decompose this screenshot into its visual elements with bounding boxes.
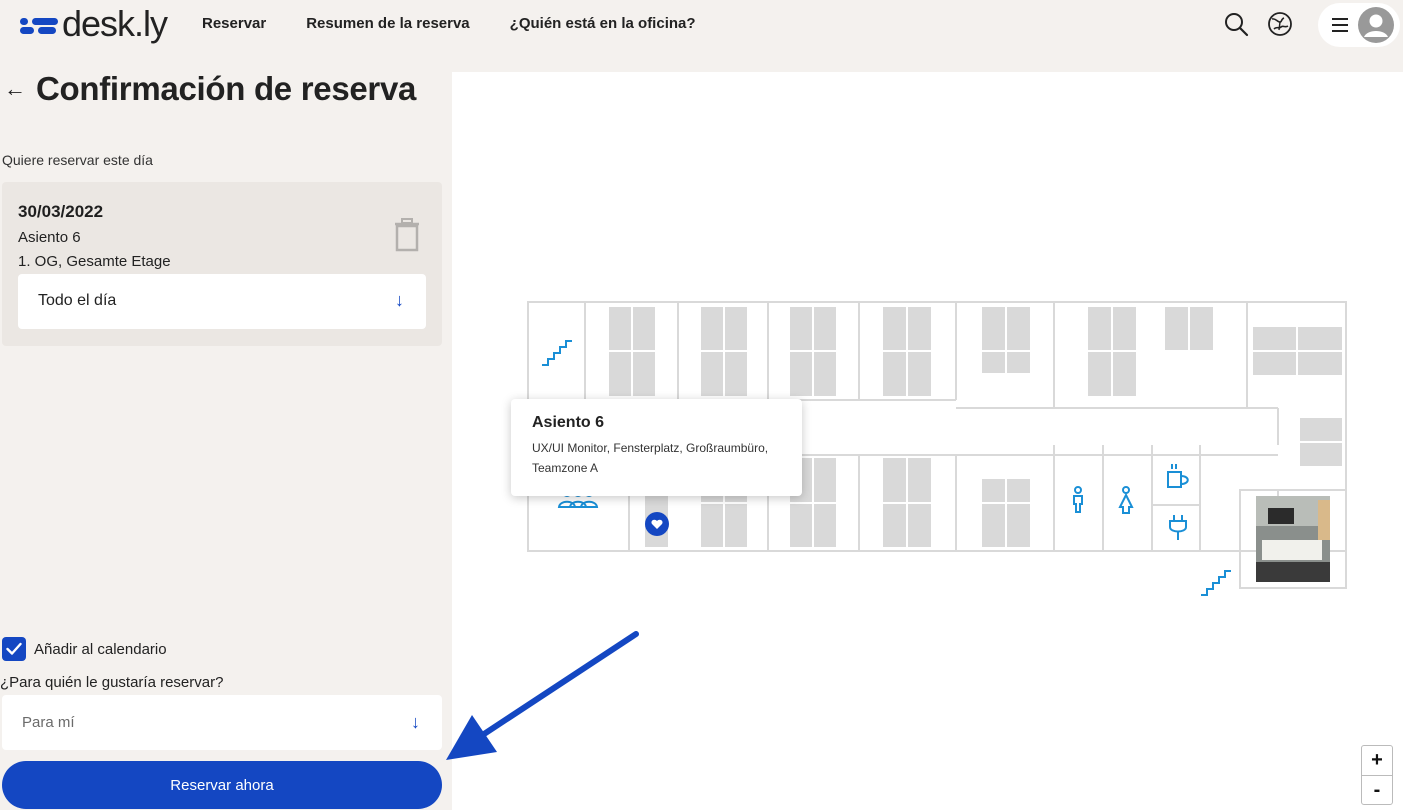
book-now-button[interactable]: Reservar ahora (2, 761, 442, 809)
search-icon[interactable] (1222, 10, 1250, 38)
user-menu[interactable] (1318, 3, 1400, 47)
booking-seat: Asiento 6 (18, 229, 81, 246)
booking-floor: 1. OG, Gesamte Etage (18, 253, 171, 270)
tooltip-title: Asiento 6 (532, 414, 605, 431)
trash-icon[interactable] (394, 218, 420, 252)
checkmark-icon (6, 642, 22, 655)
tooltip-description: UX/UI Monitor, Fensterplatz, Großraumbür… (532, 441, 769, 475)
for-whom-label: ¿Para quién le gustaría reservar? (0, 674, 224, 691)
nav-reservar[interactable]: Reservar (202, 15, 266, 32)
coffee-icon (1167, 464, 1189, 488)
female-toilet-icon (1118, 486, 1134, 514)
arrow-down-icon: ↓ (411, 712, 420, 732)
globe-icon[interactable] (1266, 10, 1294, 38)
user-avatar-icon (1358, 7, 1394, 43)
page-title: Confirmación de reserva (36, 70, 417, 107)
nav-quien-en-oficina[interactable]: ¿Quién está en la oficina? (510, 15, 696, 32)
male-toilet-icon (1073, 486, 1083, 513)
booking-card: 30/03/2022 Asiento 6 1. OG, Gesamte Etag… (2, 182, 442, 346)
logo-mark-icon (20, 14, 58, 34)
add-to-calendar-row: Añadir al calendario (2, 637, 167, 661)
seat-tooltip: Asiento 6 UX/UI Monitor, Fensterplatz, G… (511, 399, 802, 496)
back-arrow-icon[interactable]: ← (4, 76, 26, 102)
add-to-calendar-label: Añadir al calendario (34, 640, 167, 658)
annotation-arrow-icon (446, 631, 639, 760)
duration-select[interactable]: Todo el día ↓ (18, 274, 426, 329)
for-whom-value: Para mí (22, 714, 75, 731)
hamburger-menu-icon (1332, 18, 1348, 32)
zoom-control: + - (1361, 745, 1393, 805)
logo-text: desk.ly (62, 3, 168, 44)
add-to-calendar-checkbox[interactable] (2, 637, 26, 661)
zoom-out-button[interactable]: - (1362, 775, 1392, 804)
intro-text: Quiere reservar este día (2, 152, 153, 168)
arrow-down-icon: ↓ (395, 290, 404, 310)
meeting-room-photo (1256, 496, 1330, 582)
booking-date: 30/03/2022 (18, 202, 104, 221)
stairs-icon (1201, 570, 1231, 596)
zoom-in-button[interactable]: + (1362, 746, 1392, 775)
duration-value: Todo el día (38, 292, 117, 309)
nav-resumen-reserva[interactable]: Resumen de la reserva (306, 15, 469, 32)
plug-icon (1169, 515, 1187, 540)
main-nav: Reservar Resumen de la reserva ¿Quién es… (202, 15, 696, 32)
title-row: ← Confirmación de reserva (4, 70, 416, 108)
top-navigation-bar: desk.ly Reservar Resumen de la reserva ¿… (0, 0, 1403, 50)
stairs-icon (542, 340, 572, 366)
desklyb-logo[interactable]: desk.ly (20, 0, 168, 48)
for-whom-select[interactable]: Para mí ↓ (2, 695, 442, 750)
